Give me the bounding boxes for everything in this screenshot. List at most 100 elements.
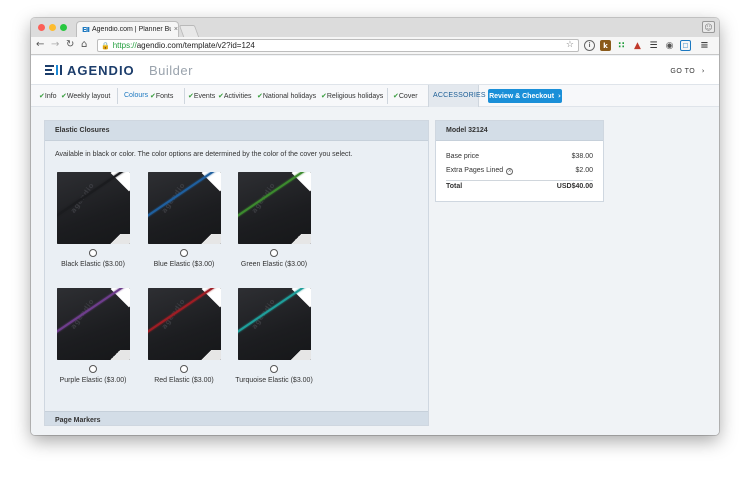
chevron-right-icon: › bbox=[701, 67, 705, 75]
star-icon[interactable]: ☆ bbox=[566, 40, 574, 50]
step-divider bbox=[117, 88, 118, 104]
browser-window: EII Agendio.com | Planner Bu × ☺ ← → ↻ ⌂… bbox=[31, 18, 719, 435]
elastic-label: Black Elastic ($3.00) bbox=[61, 261, 125, 268]
back-icon[interactable]: ← bbox=[36, 39, 44, 51]
extra-pages-row: Extra Pages Lined × $2.00 bbox=[446, 167, 593, 175]
total-value: USD$40.00 bbox=[556, 183, 593, 190]
elastic-label: Turquoise Elastic ($3.00) bbox=[235, 377, 313, 384]
step-accessories-label: ACCESSORIES bbox=[433, 92, 486, 99]
brand-name[interactable]: AGENDIO bbox=[67, 63, 135, 78]
product-name: Builder bbox=[149, 63, 193, 78]
base-price-row: Base price $38.00 bbox=[446, 153, 593, 160]
lock-icon: 🔒 bbox=[101, 41, 110, 50]
summary-header: Model 32124 bbox=[436, 121, 603, 141]
page-markers-header[interactable]: Page Markers bbox=[45, 411, 428, 425]
step-cover-label: Cover bbox=[398, 93, 418, 100]
pocket-extension-icon[interactable]: ◉ bbox=[664, 40, 675, 51]
new-tab-button[interactable] bbox=[178, 25, 200, 37]
home-icon[interactable]: ⌂ bbox=[81, 39, 87, 51]
screen-extension-icon[interactable]: □ bbox=[680, 40, 691, 51]
turtle-extension-icon[interactable]: ▲ bbox=[632, 40, 643, 51]
step-accessories[interactable]: ACCESSORIES bbox=[428, 85, 486, 107]
site-header: AGENDIO Builder GO TO › bbox=[31, 56, 719, 85]
total-label: Total bbox=[446, 183, 463, 190]
step-divider bbox=[387, 88, 388, 104]
step-activities[interactable]: ✔Activities bbox=[218, 92, 252, 100]
elastic-swatch-image[interactable]: agendio bbox=[148, 172, 221, 244]
address-bar[interactable]: 🔒 https:// agendio.com/template/v2?id=12… bbox=[97, 39, 579, 52]
step-events[interactable]: ✔Events bbox=[188, 92, 215, 100]
elastic-swatch-image[interactable]: agendio bbox=[57, 288, 130, 360]
elastic-swatch-image[interactable]: agendio bbox=[148, 288, 221, 360]
model-title: Model 32124 bbox=[446, 127, 488, 134]
tab-close-icon[interactable]: × bbox=[174, 26, 178, 33]
step-religious-holidays[interactable]: ✔Religious holidays bbox=[321, 92, 383, 100]
elastic-radio[interactable] bbox=[180, 365, 188, 373]
order-summary: Model 32124 Base price $38.00 Extra Page… bbox=[435, 120, 604, 202]
goto-label: GO TO bbox=[670, 68, 696, 75]
elastic-radio[interactable] bbox=[270, 249, 278, 257]
remove-icon[interactable]: × bbox=[506, 168, 514, 175]
k-extension-icon[interactable]: k bbox=[600, 40, 611, 51]
url-path: agendio.com/template/v2?id=124 bbox=[136, 41, 255, 50]
layers-extension-icon[interactable]: ☰ bbox=[648, 40, 659, 51]
panel-header: Elastic Closures bbox=[45, 121, 428, 141]
total-row: Total USD$40.00 bbox=[446, 183, 593, 190]
elastic-radio[interactable] bbox=[89, 249, 97, 257]
summary-divider bbox=[446, 180, 593, 181]
menu-icon[interactable]: ≡ bbox=[699, 40, 710, 51]
step-events-label: Events bbox=[193, 93, 216, 100]
elastic-swatch-image[interactable]: agendio bbox=[57, 172, 130, 244]
chevron-right-icon: › bbox=[558, 92, 561, 100]
step-weekly-layout[interactable]: ✔Weekly layout bbox=[61, 92, 110, 100]
step-fonts[interactable]: ✔Fonts bbox=[150, 92, 173, 100]
elastic-closures-panel: Elastic Closures Available in black or c… bbox=[44, 120, 429, 426]
elastic-label: Blue Elastic ($3.00) bbox=[153, 261, 215, 268]
elastic-label: Green Elastic ($3.00) bbox=[240, 261, 308, 268]
goto-menu[interactable]: GO TO › bbox=[670, 67, 705, 75]
step-cover[interactable]: ✔Cover bbox=[393, 92, 418, 100]
forward-icon[interactable]: → bbox=[51, 39, 59, 51]
step-info-label: Info bbox=[44, 93, 57, 100]
review-checkout-button[interactable]: Review & Checkout › bbox=[488, 89, 562, 103]
minimize-window-button[interactable] bbox=[49, 24, 56, 31]
elastic-radio[interactable] bbox=[180, 249, 188, 257]
tab-title: Agendio.com | Planner Bu bbox=[92, 26, 171, 33]
step-info[interactable]: ✔Info bbox=[39, 92, 57, 100]
close-window-button[interactable] bbox=[38, 24, 45, 31]
step-divider bbox=[184, 88, 185, 104]
step-colours-label: Colours bbox=[124, 92, 149, 99]
review-checkout-label: Review & Checkout bbox=[489, 92, 555, 100]
browser-tab[interactable]: EII Agendio.com | Planner Bu × bbox=[76, 21, 179, 37]
agendio-favicon-icon: EII bbox=[82, 25, 90, 34]
step-religious-holidays-label: Religious holidays bbox=[326, 93, 384, 100]
step-fonts-label: Fonts bbox=[155, 93, 174, 100]
base-price-value: $38.00 bbox=[571, 153, 593, 160]
reload-icon[interactable]: ↻ bbox=[66, 39, 74, 51]
elastic-swatch-image[interactable]: agendio bbox=[238, 288, 311, 360]
tab-strip: EII Agendio.com | Planner Bu × ☺ bbox=[31, 18, 719, 37]
page: AGENDIO Builder GO TO › ✔Info ✔Weekly la… bbox=[31, 56, 719, 435]
profile-icon[interactable]: ☺ bbox=[702, 21, 715, 33]
step-colours[interactable]: Colours bbox=[124, 92, 148, 99]
maximize-window-button[interactable] bbox=[60, 24, 67, 31]
elastic-radio[interactable] bbox=[270, 365, 278, 373]
extra-pages-value: $2.00 bbox=[575, 167, 593, 174]
step-weekly-layout-label: Weekly layout bbox=[66, 93, 111, 100]
browser-toolbar: ← → ↻ ⌂ 🔒 https:// agendio.com/template/… bbox=[31, 37, 719, 55]
agendio-logo-icon[interactable] bbox=[45, 65, 62, 75]
base-price-label: Base price bbox=[446, 153, 480, 160]
step-activities-label: Activities bbox=[223, 93, 252, 100]
info-extension-icon[interactable]: i bbox=[584, 40, 595, 51]
step-national-holidays-label: National holidays bbox=[262, 93, 317, 100]
elastic-swatch-image[interactable]: agendio bbox=[238, 172, 311, 244]
elastic-radio[interactable] bbox=[89, 365, 97, 373]
panel-description: Available in black or color. The color o… bbox=[55, 151, 353, 158]
step-national-holidays[interactable]: ✔National holidays bbox=[257, 92, 316, 100]
extra-pages-label: Extra Pages Lined bbox=[446, 167, 504, 174]
elastic-label: Red Elastic ($3.00) bbox=[154, 377, 214, 384]
builder-steps: ✔Info ✔Weekly layout Colours ✔Fonts ✔Eve… bbox=[31, 85, 719, 107]
url-scheme: https:// bbox=[112, 41, 137, 50]
panel-title: Elastic Closures bbox=[55, 127, 110, 134]
grid-extension-icon[interactable]: ∷ bbox=[616, 40, 627, 51]
